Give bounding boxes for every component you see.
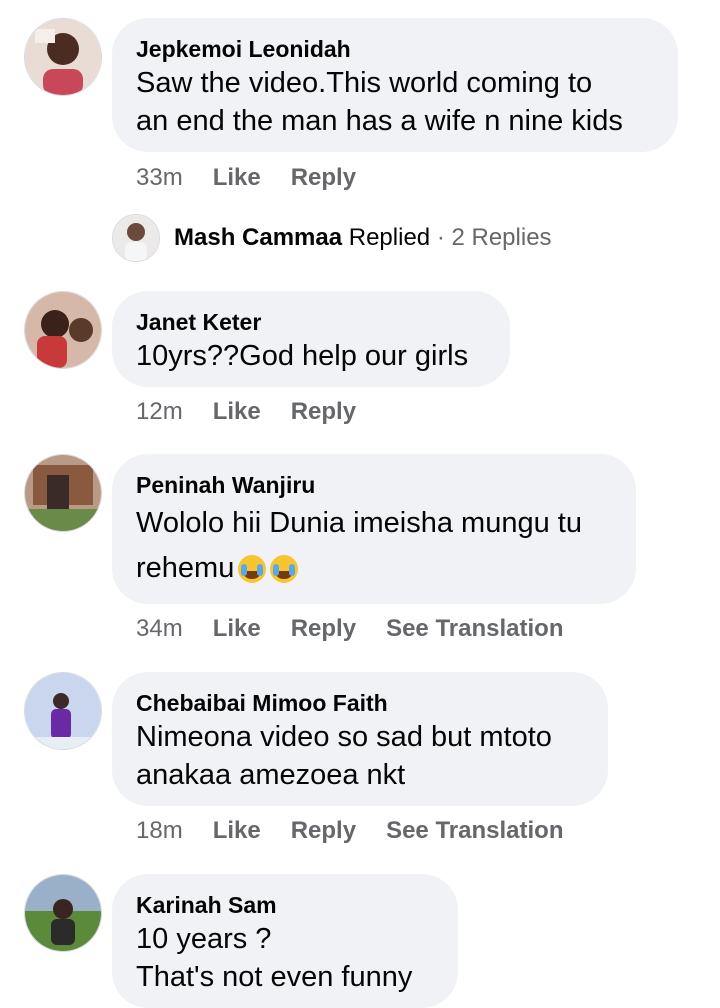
see-translation-button[interactable]: See Translation: [386, 615, 563, 643]
like-button[interactable]: Like: [213, 615, 261, 643]
reply-button[interactable]: Reply: [291, 398, 356, 426]
reply-count[interactable]: 2 Replies: [451, 224, 551, 251]
comment-actions: 34m Like Reply See Translation: [136, 615, 593, 643]
comment-author[interactable]: Janet Keter: [136, 307, 486, 337]
avatar[interactable]: [24, 291, 102, 369]
avatar[interactable]: [24, 672, 102, 750]
comment-time[interactable]: 12m: [136, 398, 183, 426]
loudly-crying-face-icon: [238, 555, 267, 584]
reply-verb: Replied: [348, 224, 431, 251]
loudly-crying-face-icon: [270, 555, 299, 584]
comment-time[interactable]: 33m: [136, 164, 183, 192]
comment-text: Wololo hii Dunia imeisha mungu tu: [136, 507, 582, 539]
comment-author[interactable]: Jepkemoi Leonidah: [136, 34, 654, 64]
reply-button[interactable]: Reply: [291, 164, 356, 192]
comment-author[interactable]: Peninah Wanjiru: [136, 470, 612, 500]
like-button[interactable]: Like: [213, 164, 261, 192]
like-button[interactable]: Like: [213, 817, 261, 845]
avatar[interactable]: [24, 454, 102, 532]
comment-bubble: Peninah Wanjiru Wololo hii Dunia imeisha…: [112, 454, 636, 604]
avatar[interactable]: [24, 874, 102, 952]
comment-actions: 33m Like Reply: [136, 164, 386, 192]
reply-button[interactable]: Reply: [291, 817, 356, 845]
comment-bubble: Janet Keter 10yrs??God help our girls: [112, 291, 510, 387]
comment-text: Nimeona video so sad but mtoto: [136, 721, 552, 753]
avatar[interactable]: [24, 18, 102, 96]
replies-summary-text[interactable]: Mash Cammaa Replied · 2 Replies: [174, 224, 552, 252]
comment-bubble: Jepkemoi Leonidah Saw the video.This wor…: [112, 18, 678, 152]
comment-text: an end the man has a wife n nine kids: [136, 105, 623, 137]
reply-separator: ·: [436, 224, 445, 251]
reply-author[interactable]: Mash Cammaa: [174, 224, 342, 251]
comment-time[interactable]: 18m: [136, 817, 183, 845]
comment-actions: 12m Like Reply: [136, 398, 386, 426]
comment-bubble: Karinah Sam 10 years ? That's not even f…: [112, 874, 458, 1008]
comment-bubble: Chebaibai Mimoo Faith Nimeona video so s…: [112, 672, 608, 806]
see-translation-button[interactable]: See Translation: [386, 817, 563, 845]
comment-text: rehemu: [136, 552, 235, 584]
comment-author[interactable]: Karinah Sam: [136, 890, 434, 920]
avatar: [112, 214, 160, 262]
comment-actions: 18m Like Reply See Translation: [136, 817, 593, 845]
comment-text: 10yrs??God help our girls: [136, 340, 469, 372]
like-button[interactable]: Like: [213, 398, 261, 426]
comment-text: anakaa amezoea nkt: [136, 759, 406, 791]
comment-text: That's not even funny: [136, 961, 413, 993]
comment-time[interactable]: 34m: [136, 615, 183, 643]
comment-author[interactable]: Chebaibai Mimoo Faith: [136, 688, 584, 718]
reply-button[interactable]: Reply: [291, 615, 356, 643]
comment-text: Saw the video.This world coming to: [136, 67, 593, 99]
comment-text: 10 years ?: [136, 923, 272, 955]
